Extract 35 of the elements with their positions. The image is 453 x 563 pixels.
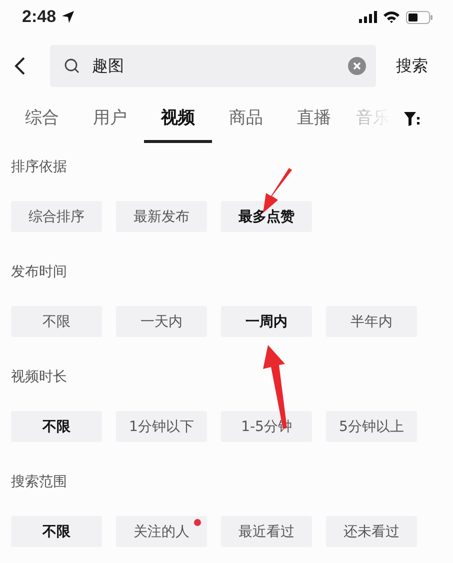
filter-option[interactable]: 不限 bbox=[11, 516, 102, 547]
filter-option[interactable]: 最近看过 bbox=[221, 516, 312, 547]
wifi-icon bbox=[383, 11, 400, 23]
filter-option[interactable]: 半年内 bbox=[326, 306, 417, 337]
filter-option[interactable]: 最新发布 bbox=[116, 201, 207, 232]
filter-option[interactable]: 一天内 bbox=[116, 306, 207, 337]
filter-option[interactable]: 不限 bbox=[11, 306, 102, 337]
filter-option[interactable]: 5分钟以上 bbox=[326, 411, 417, 442]
section-title: 搜索范围 bbox=[11, 473, 68, 492]
search-icon bbox=[64, 58, 80, 74]
filter-option[interactable]: 最多点赞 bbox=[221, 201, 312, 232]
section-title: 视频时长 bbox=[11, 368, 68, 387]
filter-icon[interactable] bbox=[404, 111, 420, 127]
filter-option[interactable]: 一周内 bbox=[221, 306, 312, 337]
tab[interactable]: 综合 bbox=[8, 106, 76, 143]
battery-icon bbox=[406, 10, 433, 24]
location-icon bbox=[61, 10, 76, 24]
clear-icon[interactable] bbox=[348, 57, 366, 75]
signal-icon bbox=[359, 11, 377, 23]
section-title: 发布时间 bbox=[11, 263, 68, 282]
filter-option[interactable]: 综合排序 bbox=[11, 201, 102, 232]
search-button[interactable]: 搜索 bbox=[396, 56, 428, 76]
tab[interactable]: 直播 bbox=[280, 106, 348, 143]
tab[interactable]: 用户 bbox=[76, 106, 144, 143]
filter-option[interactable]: 不限 bbox=[11, 411, 102, 442]
filter-option[interactable]: 1分钟以下 bbox=[116, 411, 207, 442]
tab[interactable]: 视频 bbox=[144, 106, 212, 143]
section-title: 排序依据 bbox=[11, 158, 68, 177]
back-icon[interactable] bbox=[14, 56, 26, 76]
search-field[interactable]: 趣图 bbox=[50, 45, 376, 87]
filter-option[interactable]: 关注的人 bbox=[116, 516, 207, 547]
filter-option[interactable]: 还未看过 bbox=[326, 516, 417, 547]
search-input[interactable]: 趣图 bbox=[90, 56, 348, 76]
tab[interactable]: 商品 bbox=[212, 106, 280, 143]
status-time: 2:48 bbox=[22, 7, 56, 27]
